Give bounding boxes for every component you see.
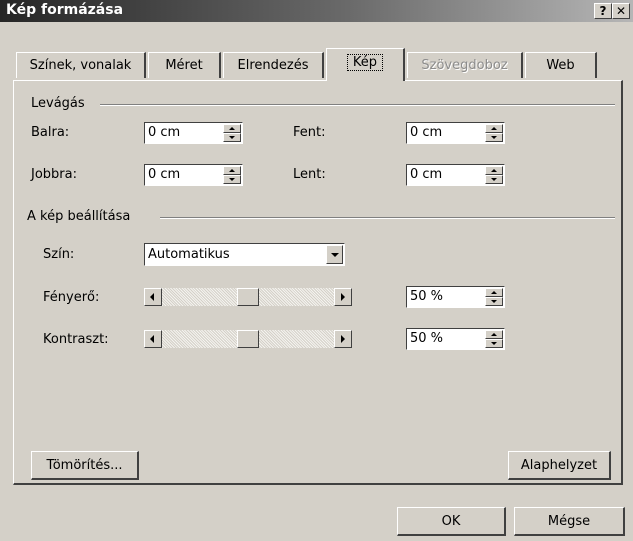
reset-button[interactable]: Alaphelyzet [508, 451, 611, 480]
tab-textbox: Szövegdoboz [407, 52, 523, 78]
crop-group-heading: Levágás [31, 96, 91, 111]
down-arrow-icon [491, 178, 497, 181]
help-icon: ? [599, 4, 607, 18]
help-button[interactable]: ? [594, 3, 612, 19]
brightness-label: Fényerő: [43, 290, 100, 305]
down-arrow-icon [229, 136, 235, 139]
left-arrow-icon [150, 293, 154, 301]
right-arrow-icon [341, 335, 345, 343]
spin-down-button[interactable] [223, 175, 241, 184]
cancel-button-label: Mégse [547, 514, 591, 529]
scroll-left-button[interactable] [144, 330, 162, 348]
tab-web[interactable]: Web [525, 52, 597, 78]
spin-up-button[interactable] [223, 166, 241, 175]
spin-up-button[interactable] [485, 124, 503, 133]
contrast-value: 50 % [410, 331, 444, 346]
close-button[interactable]: ✕ [612, 3, 630, 19]
crop-left-value: 0 cm [148, 125, 181, 140]
scroll-left-button[interactable] [144, 288, 162, 306]
spin-down-button[interactable] [485, 133, 503, 142]
up-arrow-icon [491, 333, 497, 336]
spin-up-button[interactable] [485, 330, 503, 339]
spin-up-button[interactable] [485, 166, 503, 175]
down-arrow-icon [491, 342, 497, 345]
crop-right-spinner[interactable]: 0 cm [144, 164, 243, 186]
up-arrow-icon [491, 291, 497, 294]
crop-left-label: Balra: [31, 125, 70, 140]
crop-top-spinner[interactable]: 0 cm [406, 122, 505, 144]
tab-layout[interactable]: Elrendezés [223, 52, 324, 78]
spin-down-button[interactable] [223, 133, 241, 142]
down-arrow-icon [491, 300, 497, 303]
crop-right-label: Jobbra: [31, 167, 77, 182]
scroll-right-button[interactable] [334, 288, 352, 306]
dropdown-button[interactable] [326, 245, 343, 264]
crop-bottom-label: Lent: [293, 167, 326, 182]
cancel-button[interactable]: Mégse [514, 507, 625, 536]
tab-size[interactable]: Méret [148, 52, 221, 78]
brightness-thumb[interactable] [237, 288, 259, 306]
format-picture-dialog: Kép formázása ? ✕ Színek, vonalak Méret … [0, 0, 633, 541]
spin-up-button[interactable] [485, 288, 503, 297]
tab-label: Kép [346, 54, 384, 71]
tab-colors-lines[interactable]: Színek, vonalak [16, 52, 146, 78]
tab-panel [13, 80, 623, 485]
tab-label: Web [546, 58, 575, 73]
tab-label: Méret [165, 58, 203, 73]
up-arrow-icon [491, 169, 497, 172]
down-arrow-icon [229, 178, 235, 181]
crop-bottom-value: 0 cm [410, 167, 443, 182]
contrast-label: Kontraszt: [43, 332, 109, 347]
tab-label: Szövegdoboz [421, 58, 508, 73]
left-arrow-icon [150, 335, 154, 343]
down-arrow-icon [491, 136, 497, 139]
crop-group-line [100, 104, 615, 106]
scroll-right-button[interactable] [334, 330, 352, 348]
chevron-down-icon [331, 253, 339, 257]
up-arrow-icon [229, 169, 235, 172]
contrast-thumb[interactable] [237, 330, 259, 348]
image-control-group-line [160, 217, 615, 219]
dialog-title: Kép formázása [6, 2, 124, 18]
right-arrow-icon [341, 293, 345, 301]
up-arrow-icon [229, 127, 235, 130]
tab-label: Színek, vonalak [29, 58, 132, 73]
brightness-spinner[interactable]: 50 % [406, 286, 505, 308]
color-label: Szín: [43, 247, 75, 262]
compress-button[interactable]: Tömörítés... [31, 451, 139, 480]
crop-right-value: 0 cm [148, 167, 181, 182]
color-dropdown[interactable]: Automatikus [144, 243, 345, 266]
ok-button[interactable]: OK [397, 507, 506, 536]
up-arrow-icon [491, 127, 497, 130]
crop-bottom-spinner[interactable]: 0 cm [406, 164, 505, 186]
brightness-slider[interactable] [144, 288, 352, 306]
brightness-value: 50 % [410, 289, 444, 304]
spin-down-button[interactable] [485, 339, 503, 348]
crop-top-value: 0 cm [410, 125, 443, 140]
ok-button-label: OK [441, 514, 461, 529]
title-bar: Kép formázása ? ✕ [0, 0, 633, 22]
contrast-spinner[interactable]: 50 % [406, 328, 505, 350]
color-value: Automatikus [148, 247, 230, 262]
close-icon: ✕ [615, 4, 627, 18]
crop-top-label: Fent: [293, 125, 326, 140]
tab-label: Elrendezés [237, 58, 309, 73]
contrast-slider[interactable] [144, 330, 352, 348]
reset-button-label: Alaphelyzet [520, 458, 598, 473]
tab-picture[interactable]: Kép [326, 48, 405, 81]
image-control-group-heading: A kép beállítása [27, 209, 137, 224]
compress-button-label: Tömörítés... [46, 458, 123, 473]
spin-up-button[interactable] [223, 124, 241, 133]
spin-down-button[interactable] [485, 297, 503, 306]
crop-left-spinner[interactable]: 0 cm [144, 122, 243, 144]
spin-down-button[interactable] [485, 175, 503, 184]
